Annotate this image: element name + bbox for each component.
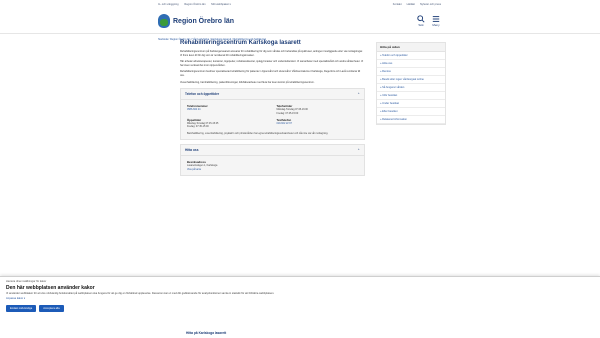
utility-link-contact[interactable]: Kontakt: [393, 3, 402, 6]
cookie-banner: Hantera dina inställningar för kakor Den…: [0, 276, 600, 338]
sidebar-item-referral[interactable]: » Remiss: [377, 68, 445, 76]
utility-links-left: In- och utloggning Region Örebro län Mit…: [158, 3, 236, 6]
site-header: Region Örebro län Sök Meny: [0, 9, 600, 34]
opening-hours-friday: Fredag: 07:45-15:00: [187, 125, 209, 129]
find-us-heading: Hitta oss: [185, 148, 199, 153]
utility-link-package[interactable]: Mitt webbpaket ▾: [211, 3, 230, 6]
utility-link-login[interactable]: In- och utloggning: [158, 3, 179, 6]
find-us-panel-body: Besöksadress Lasarettsvägen 1, Karlskoga…: [181, 156, 364, 174]
contact-panel-heading: Telefon och öppettider: [185, 92, 220, 97]
utility-link-region[interactable]: Region Örebro län: [184, 3, 205, 6]
intro-paragraph-1: Rehabiliteringscentrum på Karlskoga lasa…: [180, 50, 363, 57]
page-title: Rehabiliteringscentrum Karlskoga lasaret…: [180, 40, 301, 46]
top-utility-bar: In- och utloggning Region Örebro län Mit…: [0, 0, 600, 9]
sidebar-item-how-care-works[interactable]: » Så fungerar vården: [377, 84, 445, 92]
logo-emblem: [158, 14, 170, 28]
hamburger-icon: [432, 16, 440, 22]
header-actions: Sök Meny: [417, 15, 440, 27]
phone-link[interactable]: 0586-664 24: [187, 108, 269, 111]
cookie-description: Vi använder webbkakor för att viss nödvä…: [6, 292, 275, 295]
intro-paragraph-2: Här arbetar arbetsterapeuter, kuratorer,…: [180, 60, 364, 67]
search-icon: [417, 15, 425, 23]
logo-text: Region Örebro län: [173, 17, 235, 25]
phone-hours-friday: Fredag: 07:45-15:00: [276, 111, 299, 115]
sidebar-item-during-visit[interactable]: » Under besöket: [377, 100, 445, 108]
menu-button[interactable]: Meny: [432, 15, 440, 27]
sidebar-item-visit-online[interactable]: » Besök eller ingen vårdsorgsal online: [377, 76, 445, 84]
site-logo[interactable]: Region Örebro län: [158, 14, 234, 28]
menu-label: Meny: [432, 23, 440, 27]
contact-panel-body: Telefonnummer 0586-664 24 Telefontider M…: [181, 100, 364, 139]
sidebar-item-find-us[interactable]: » Hitta oss: [377, 60, 445, 68]
chevron-up-icon: ⌃: [357, 148, 360, 153]
find-us-panel: Hitta oss ⌃ Besöksadress Lasarettsvägen …: [180, 144, 365, 176]
intro-paragraph-3: Rehabiliteringscentrum bedriver speciali…: [180, 70, 361, 77]
contact-panel: Telefon och öppettider ⌃ Telefonnummer 0…: [180, 88, 365, 141]
search-button[interactable]: Sök: [417, 15, 425, 27]
find-us-panel-toggle[interactable]: Hitta oss ⌃: [181, 145, 364, 157]
sidebar-item-after-visit[interactable]: » Efter besöket: [377, 108, 445, 116]
sidebar-title: Hitta på sidan: [377, 43, 445, 52]
cookie-heading: Den här webbplatsen använder kakor: [6, 285, 95, 291]
sidebar-item-phone-hours[interactable]: » Telefon och öppettider: [377, 52, 445, 60]
chevron-up-icon: ⌃: [357, 92, 360, 97]
accept-all-button[interactable]: Acceptera alla: [39, 305, 64, 312]
section-heading-find-hospital: Hitta på Karlskoga lasarett: [186, 331, 227, 335]
necessary-only-button[interactable]: Endast nödvändiga: [6, 305, 37, 312]
contact-panel-toggle[interactable]: Telefon och öppettider ⌃: [181, 89, 364, 101]
sidebar-item-before-visit[interactable]: » Inför besöket: [377, 92, 445, 100]
utility-link-news[interactable]: Nyheter och press: [420, 3, 441, 6]
search-label: Sök: [418, 23, 424, 27]
map-link[interactable]: Visa på karta: [187, 168, 358, 171]
sidebar-item-related-info[interactable]: » Relaterad information: [377, 116, 445, 124]
utility-links-right: Kontakt Lättläst Nyheter och press: [393, 3, 446, 6]
text-phone-link[interactable]: 019-602 22 97: [277, 122, 359, 125]
cookie-buttons: Endast nödvändiga Acceptera alla: [6, 305, 594, 312]
contact-note: Barnhabilitering, vuxenhabilitering, psy…: [187, 131, 329, 135]
main-content: Rehabiliteringscentrum Karlskoga lasaret…: [180, 40, 365, 176]
intro-paragraph-4: Vuxenhabilitering, barnhabilitering, pat…: [180, 80, 315, 84]
utility-link-easy-read[interactable]: Lättläst: [407, 3, 415, 6]
cookie-settings-caption: Hantera dina inställningar för kakor: [6, 280, 47, 283]
on-this-page-sidebar: Hitta på sidan » Telefon och öppettider …: [376, 42, 446, 125]
customize-cookies-link[interactable]: Anpassa kakor ▾: [6, 297, 594, 300]
